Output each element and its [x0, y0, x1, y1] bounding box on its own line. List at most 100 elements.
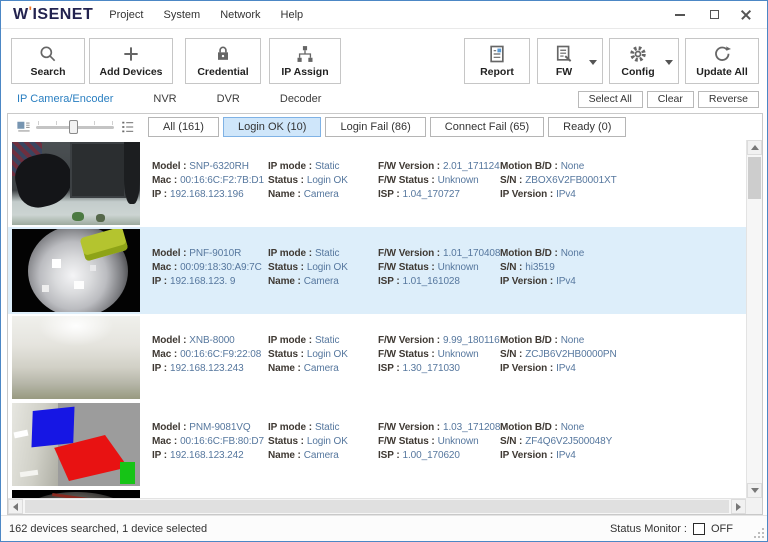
config-dropdown-caret-icon[interactable] — [665, 60, 673, 65]
menu-network[interactable]: Network — [220, 9, 260, 21]
vertical-scrollbar[interactable] — [746, 140, 762, 498]
search-button[interactable]: Search — [11, 38, 85, 84]
field-model: Model : SNP-6320RH — [152, 161, 249, 172]
field-ip-version: IP Version : IPv4 — [500, 450, 576, 461]
ip-assign-button[interactable]: IP Assign — [269, 38, 341, 84]
device-row-partial[interactable] — [8, 488, 746, 498]
device-row-xnb-8000[interactable]: Model : XNB-8000 Mac :00:16:6C:F9:22:08 IP … — [8, 314, 746, 401]
clear-button[interactable]: Clear — [646, 90, 694, 108]
camera-thumbnail — [12, 403, 140, 486]
filter-ready-button[interactable]: Ready (0) — [548, 117, 627, 137]
field-mac: Mac :00:16:6C:FB:80:D7 — [152, 436, 264, 447]
field-status: Status : Login OK — [268, 349, 348, 360]
field-mac: Mac :00:16:6C:F9:22:08 — [152, 349, 262, 360]
resize-grip[interactable] — [754, 528, 764, 538]
menu-project[interactable]: Project — [109, 9, 143, 21]
close-icon[interactable] — [735, 5, 757, 25]
minimize-icon[interactable] — [667, 5, 693, 25]
slider-handle[interactable] — [68, 120, 78, 134]
logo-orange-tick: ' — [28, 2, 33, 19]
field-motion-bd: Motion B/D : None — [500, 422, 585, 433]
field-ip-version: IP Version : IPv4 — [500, 363, 576, 374]
filter-all-button[interactable]: All (161) — [148, 117, 219, 137]
horizontal-scroll-thumb[interactable] — [25, 500, 729, 513]
menu-help[interactable]: Help — [281, 9, 304, 21]
reverse-button[interactable]: Reverse — [697, 90, 759, 108]
field-ip: IP :192.168.123.243 — [152, 363, 244, 374]
firmware-icon — [554, 44, 574, 64]
horizontal-scrollbar[interactable] — [8, 498, 746, 514]
report-button[interactable]: Report — [464, 38, 530, 84]
field-isp: ISP :1.04_170727 — [378, 189, 460, 200]
detail-list-view-icon[interactable] — [118, 119, 136, 135]
status-monitor-label: Status Monitor : — [609, 522, 687, 535]
camera-thumbnail — [12, 142, 140, 225]
app-window: W'ISENET Project System Network Help Sea… — [0, 0, 768, 542]
tab-ip-camera-encoder[interactable]: IP Camera/Encoder — [1, 93, 133, 105]
filter-login-ok-button[interactable]: Login OK (10) — [222, 117, 322, 137]
field-mac: Mac :00:09:18:30:A9:7C — [152, 262, 262, 273]
status-monitor-state: OFF — [711, 522, 733, 535]
field-motion-bd: Motion B/D : None — [500, 248, 585, 259]
scroll-down-icon[interactable] — [747, 483, 762, 498]
selection-actions: Select All Clear Reverse — [577, 90, 759, 108]
field-ip-mode: IP mode : Static — [268, 248, 340, 259]
camera-thumbnail — [12, 490, 140, 498]
wisenet-logo: W'ISENET — [13, 2, 94, 23]
camera-thumbnail — [12, 229, 140, 312]
lock-icon — [213, 44, 233, 64]
fw-dropdown-caret-icon[interactable] — [589, 60, 597, 65]
field-isp: ISP :1.01_161028 — [378, 276, 460, 287]
field-fw-version: F/W Version :1.01_170408 — [378, 248, 501, 259]
field-sn: S/N : ZBOX6V2FB0001XT — [500, 175, 617, 186]
scroll-left-icon[interactable] — [8, 499, 23, 514]
field-status: Status : Login OK — [268, 262, 348, 273]
field-ip-mode: IP mode : Static — [268, 422, 340, 433]
field-model: Model : XNB-8000 — [152, 335, 235, 346]
device-fields: Model : PNF-9010R Mac :00:09:18:30:A9:7C IP… — [140, 227, 660, 314]
field-ip: IP :192.168.123.196 — [152, 189, 244, 200]
field-ip-mode: IP mode : Static — [268, 161, 340, 172]
field-motion-bd: Motion B/D : None — [500, 335, 585, 346]
filter-login-fail-button[interactable]: Login Fail (86) — [325, 117, 426, 137]
plus-icon — [121, 44, 141, 64]
search-result-summary: 162 devices searched, 1 device selected — [9, 522, 208, 535]
config-button[interactable]: Config — [609, 38, 679, 84]
credential-button[interactable]: Credential — [185, 38, 261, 84]
tab-nvr[interactable]: NVR — [133, 93, 196, 105]
field-fw-version: F/W Version :1.03_171208 — [378, 422, 501, 433]
update-all-button[interactable]: Update All — [685, 38, 759, 84]
thumbnail-size-slider[interactable] — [36, 119, 114, 135]
status-monitor-checkbox[interactable] — [693, 522, 705, 535]
network-tree-icon — [295, 44, 315, 64]
device-row-pnf-9010r[interactable]: Model : PNF-9010R Mac :00:09:18:30:A9:7C IP… — [8, 227, 746, 314]
fw-button[interactable]: FW — [537, 38, 603, 84]
scroll-up-icon[interactable] — [747, 140, 762, 155]
camera-thumbnail — [12, 316, 140, 399]
device-fields: Model : PNM-9081VQ Mac :00:16:6C:FB:80:D7 I… — [140, 401, 660, 488]
add-devices-button[interactable]: Add Devices — [89, 38, 173, 84]
toolbar: Search Add Devices Credential IP Assign … — [1, 29, 767, 87]
device-row-snp-6320rh[interactable]: Model : SNP-6320RH Mac :00:16:6C:F2:7B:D1 I… — [8, 140, 746, 227]
filter-bar: All (161) Login OK (10) Login Fail (86) … — [8, 114, 762, 140]
field-model: Model : PNM-9081VQ — [152, 422, 251, 433]
field-ip-version: IP Version : IPv4 — [500, 189, 576, 200]
maximize-icon[interactable] — [701, 5, 727, 25]
device-row-pnm-9081vq[interactable]: Model : PNM-9081VQ Mac :00:16:6C:FB:80:D7 I… — [8, 401, 746, 488]
thumbnail-size-icon[interactable] — [14, 119, 32, 135]
field-fw-version: F/W Version :9.99_180116 — [378, 335, 500, 346]
tab-dvr[interactable]: DVR — [197, 93, 260, 105]
device-type-tabs: IP Camera/Encoder NVR DVR Decoder Select… — [1, 87, 767, 111]
filter-connect-fail-button[interactable]: Connect Fail (65) — [429, 117, 545, 137]
menu-system[interactable]: System — [164, 9, 201, 21]
field-sn: S/N : hi3519 — [500, 262, 555, 273]
field-status: Status : Login OK — [268, 175, 348, 186]
scroll-right-icon[interactable] — [731, 499, 746, 514]
select-all-button[interactable]: Select All — [577, 90, 643, 108]
scrollbar-corner — [746, 498, 762, 514]
tab-decoder[interactable]: Decoder — [260, 93, 342, 105]
device-fields: Model : XNB-8000 Mac :00:16:6C:F9:22:08 IP … — [140, 314, 660, 401]
field-fw-status: F/W Status : Unknown — [378, 262, 479, 273]
field-ip: IP :192.168.123. 9 — [152, 276, 236, 287]
vertical-scroll-thumb[interactable] — [748, 157, 761, 199]
